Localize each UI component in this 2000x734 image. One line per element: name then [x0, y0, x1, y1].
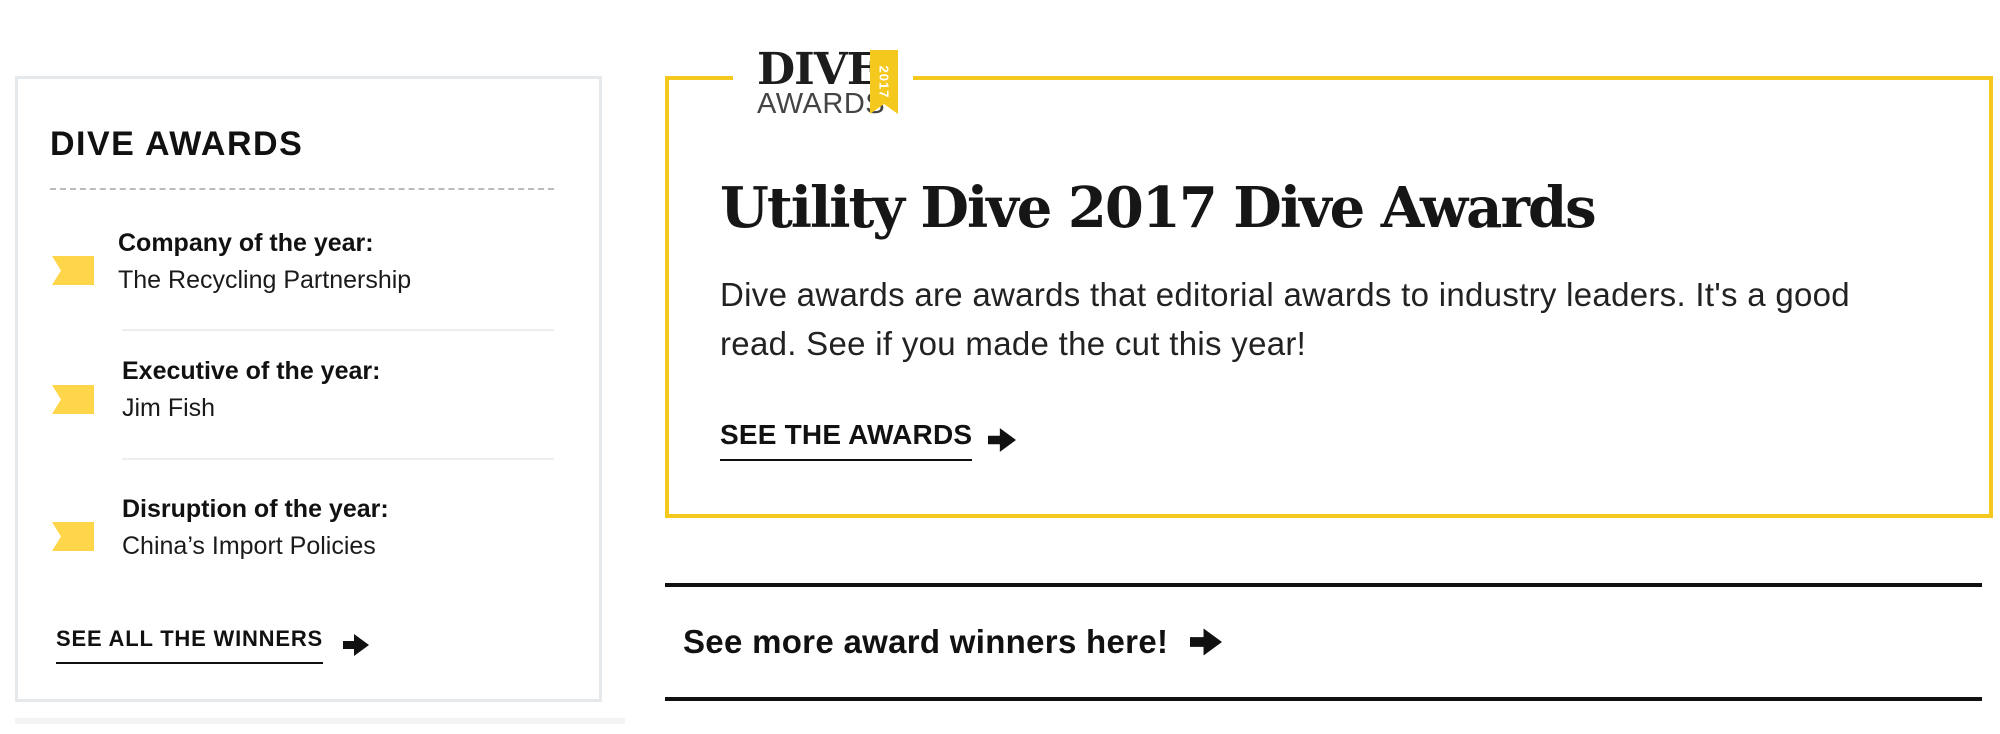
- see-the-awards-label: SEE THE AWARDS: [720, 419, 973, 461]
- sidebar-title: DIVE AWARDS: [50, 125, 304, 163]
- see-the-awards-link[interactable]: SEE THE AWARDS: [720, 419, 1017, 461]
- arrow-right-icon: [988, 428, 1017, 452]
- arrow-right-icon: [1190, 628, 1223, 656]
- see-all-winners-link[interactable]: SEE ALL THE WINNERS: [56, 626, 369, 664]
- feature-card: DIVE AWARDS 2017 Utility Dive 2017 Dive …: [665, 48, 1993, 518]
- see-more-winners-label: See more award winners here!: [683, 623, 1169, 660]
- ribbon-icon: [52, 256, 94, 285]
- award-label: Executive of the year:: [122, 357, 381, 385]
- logo-word-awards: AWARDS: [757, 88, 886, 120]
- dive-awards-sidebar: DIVE AWARDS Company of the year: The Rec…: [15, 76, 602, 702]
- see-all-winners-label: SEE ALL THE WINNERS: [56, 626, 323, 664]
- award-label: Disruption of the year:: [122, 495, 389, 523]
- award-value: China’s Import Policies: [122, 532, 376, 560]
- item-separator: [122, 329, 554, 331]
- logo-word-dive: DIVE: [757, 44, 880, 95]
- feature-description: Dive awards are awards that editorial aw…: [720, 276, 1850, 362]
- award-label: Company of the year:: [118, 229, 374, 257]
- feature-title: Utility Dive 2017 Dive Awards: [720, 175, 1597, 241]
- award-value: Jim Fish: [122, 394, 216, 422]
- ribbon-icon: [52, 522, 94, 551]
- award-value: The Recycling Partnership: [118, 266, 412, 294]
- arrow-right-icon: [343, 634, 369, 656]
- logo-year: 2017: [876, 65, 892, 99]
- dashed-divider: [50, 188, 554, 190]
- dive-awards-logo: DIVE AWARDS 2017: [733, 48, 913, 128]
- panel-shadow: [15, 718, 625, 724]
- see-more-winners-link[interactable]: See more award winners here!: [665, 583, 1982, 701]
- ribbon-icon: [52, 385, 94, 414]
- item-separator: [122, 458, 554, 460]
